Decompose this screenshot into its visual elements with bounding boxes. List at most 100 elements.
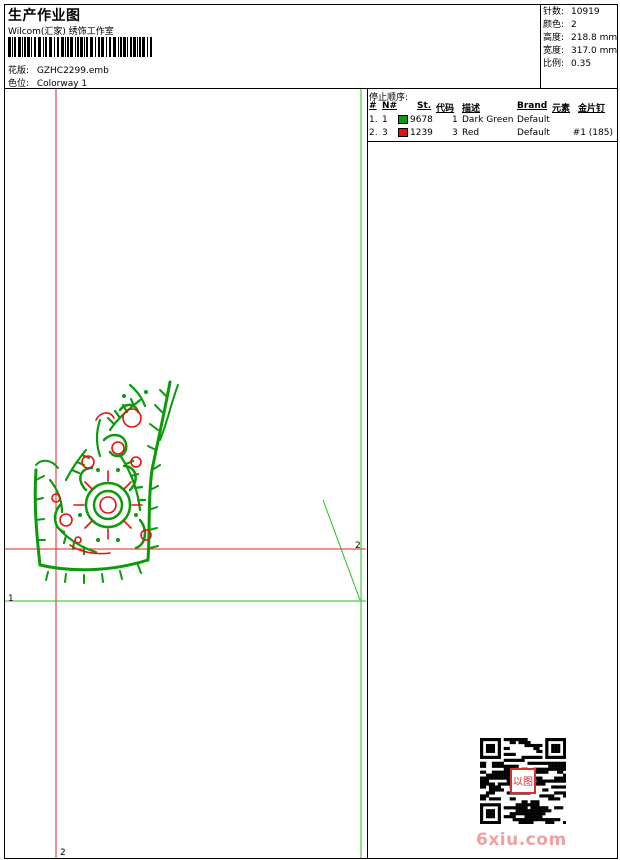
qr-module: [554, 738, 558, 742]
qr-module: [560, 770, 564, 774]
qr-module: [480, 761, 484, 765]
qr-module: [530, 806, 534, 810]
qr-module: [488, 746, 493, 751]
qr-module: [480, 794, 484, 798]
qr-module: [506, 782, 510, 786]
qr-module: [524, 800, 528, 804]
qr-module: [482, 803, 487, 807]
guide-label-1: 1: [8, 594, 14, 604]
qr-module: [488, 773, 493, 777]
qr-module: [563, 752, 566, 756]
qr-module: [545, 788, 549, 792]
qr-module: [497, 821, 501, 824]
qr-module: [506, 776, 510, 780]
qr-seal-text: 以图: [513, 776, 533, 788]
qr-module: [482, 821, 487, 824]
qr-module: [530, 818, 534, 822]
qr-module: [557, 761, 561, 765]
qr-module: [542, 782, 546, 786]
qr-module: [551, 746, 555, 751]
qr-module: [530, 812, 534, 816]
qr-module: [485, 755, 490, 759]
qr-module: [545, 752, 549, 756]
qr-module: [527, 761, 531, 765]
qr-module: [480, 818, 484, 822]
qr-module: [536, 749, 540, 754]
qr-module: [491, 812, 496, 816]
qr-module: [488, 782, 493, 786]
qr-module: [527, 755, 531, 759]
qr-module: [509, 806, 513, 810]
qr-module: [482, 785, 487, 789]
qr-module: [515, 818, 519, 822]
qr-module: [548, 809, 552, 813]
qr-module: [557, 797, 561, 801]
qr-module: [563, 755, 566, 759]
qr-module: [494, 821, 498, 824]
qr-module: [494, 770, 498, 774]
qr-module: [512, 738, 516, 742]
qr-module: [491, 764, 496, 768]
qr-module: [521, 821, 525, 824]
qr-module: [497, 803, 501, 807]
qr-module: [500, 788, 504, 792]
qr-module: [539, 815, 543, 819]
qr-module: [480, 803, 484, 807]
qr-module: [557, 738, 561, 742]
qr-module: [497, 773, 501, 777]
qr-module: [560, 738, 564, 742]
qr-module: [557, 767, 561, 771]
qr-module: [536, 818, 540, 822]
qr-module: [554, 743, 558, 748]
qr-module: [554, 749, 558, 754]
qr-module: [515, 803, 519, 807]
qr-module: [554, 818, 558, 822]
qr-module: [548, 755, 552, 759]
qr-module: [506, 791, 510, 795]
qr-module: [530, 803, 534, 807]
qr-module: [491, 738, 496, 742]
qr-module: [497, 764, 501, 768]
qr-module: [500, 761, 504, 765]
qr-module: [491, 788, 496, 792]
qr-module: [542, 779, 546, 783]
qr-module: [485, 782, 490, 786]
qr-module: [530, 821, 534, 824]
qr-module: [518, 812, 522, 816]
qr-module: [480, 815, 484, 819]
qr-module: [482, 738, 487, 742]
qr-module: [548, 767, 552, 771]
qr-module: [497, 812, 501, 816]
qr-module: [563, 767, 566, 771]
qr-module: [536, 800, 540, 804]
qr-module: [491, 785, 496, 789]
qr-module: [480, 779, 484, 783]
qr-module: [530, 815, 534, 819]
qr-module: [539, 794, 543, 798]
qr-module: [542, 761, 546, 765]
qr-module: [500, 773, 504, 777]
qr-module: [536, 782, 540, 786]
qr-module: [560, 779, 564, 783]
qr-module: [527, 743, 531, 748]
qr-module: [539, 776, 543, 780]
qr-module: [563, 746, 566, 751]
qr-module: [491, 791, 496, 795]
qr-module: [563, 749, 566, 754]
qr-module: [497, 749, 501, 754]
qr-module: [518, 738, 522, 742]
qr-module: [480, 785, 484, 789]
qr-module: [557, 749, 561, 754]
qr-module: [524, 809, 528, 813]
qr-module: [512, 818, 516, 822]
qr-module: [533, 806, 537, 810]
qr-module: [521, 812, 525, 816]
qr-module: [548, 764, 552, 768]
qr-module: [485, 776, 490, 780]
qr-module: [533, 755, 537, 759]
qr-module: [497, 761, 501, 765]
qr-module: [494, 755, 498, 759]
qr-module: [560, 776, 564, 780]
qr-module: [557, 806, 561, 810]
qr-module: [491, 770, 496, 774]
